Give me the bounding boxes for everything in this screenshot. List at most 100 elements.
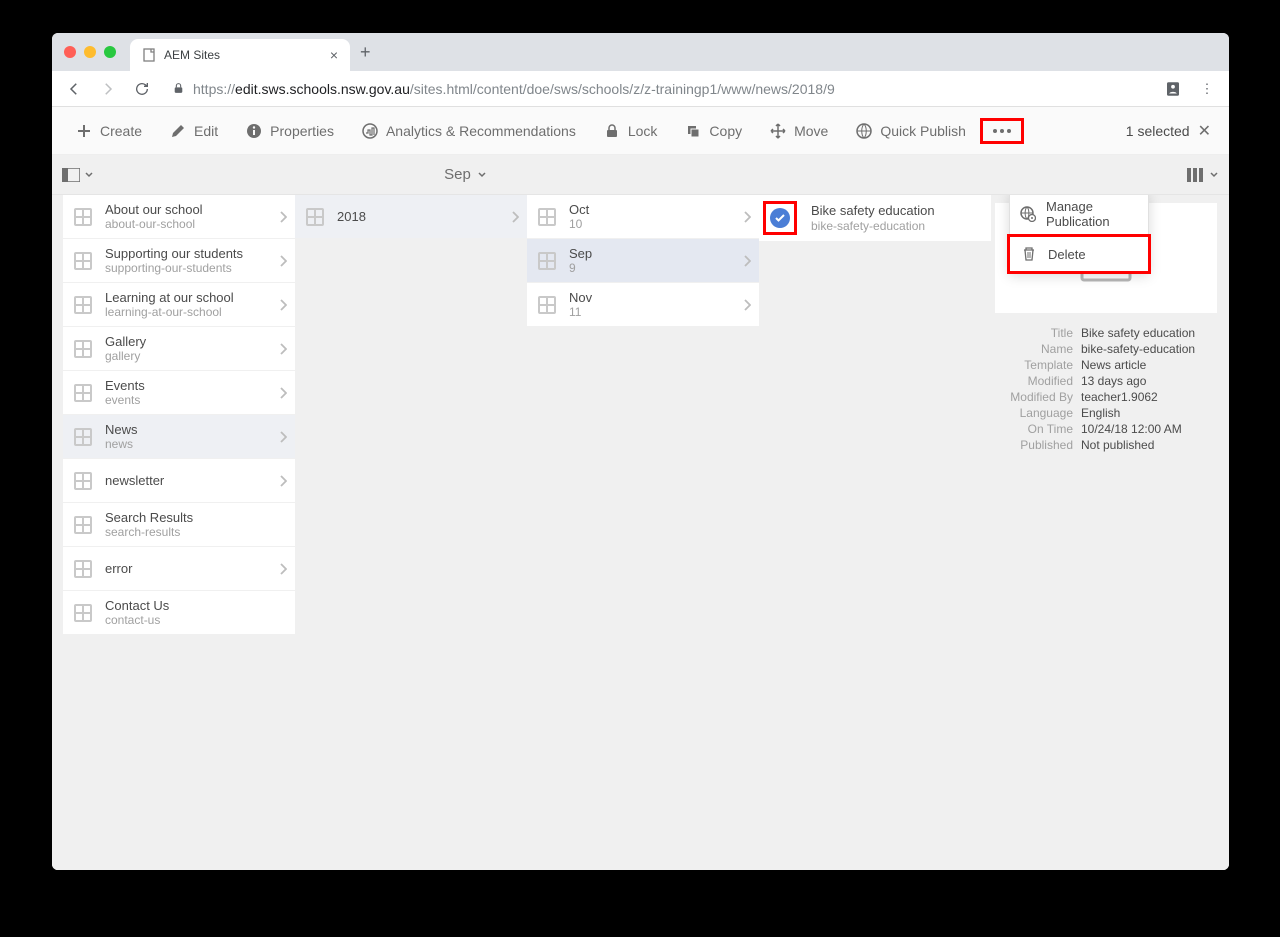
page-icon [142, 48, 156, 62]
list-item[interactable]: 2018 [295, 195, 527, 239]
close-tab-icon[interactable]: × [330, 47, 338, 63]
meta-value: teacher1.9062 [1081, 390, 1217, 404]
copy-button[interactable]: Copy [671, 107, 756, 155]
copy-icon [685, 123, 701, 139]
list-item[interactable]: Bike safety educationbike-safety-educati… [759, 195, 991, 242]
manage-publication-item[interactable]: Manage Publication [1010, 195, 1148, 237]
page-icon [71, 337, 95, 361]
list-item[interactable]: newsletter [63, 459, 295, 503]
list-item[interactable]: Gallerygallery [63, 327, 295, 371]
item-title: newsletter [105, 473, 269, 489]
item-title: News [105, 422, 269, 438]
chevron-down-icon [1209, 170, 1219, 180]
meta-row: Modified Byteacher1.9062 [995, 389, 1217, 405]
list-item[interactable]: error [63, 547, 295, 591]
meta-value: News article [1081, 358, 1217, 372]
quick-publish-button[interactable]: Quick Publish [842, 107, 980, 155]
item-title: Events [105, 378, 269, 394]
pencil-icon [170, 123, 186, 139]
reload-button[interactable] [128, 75, 156, 103]
tab-bar: AEM Sites × + [52, 33, 1229, 71]
selection-check[interactable] [763, 201, 797, 235]
list-item[interactable]: Sep9 [527, 239, 759, 283]
url-bar: https://edit.sws.schools.nsw.gov.au/site… [52, 71, 1229, 107]
chevron-down-icon [84, 170, 94, 180]
page-icon [71, 249, 95, 273]
list-item[interactable]: Nov11 [527, 283, 759, 327]
page-icon [71, 293, 95, 317]
item-title: 2018 [337, 209, 501, 225]
chevron-right-icon [279, 475, 289, 487]
new-tab-button[interactable]: + [360, 42, 371, 63]
plus-icon [76, 123, 92, 139]
item-title: Search Results [105, 510, 289, 526]
item-name: gallery [105, 349, 269, 363]
detail-metadata: TitleBike safety educationNamebike-safet… [995, 325, 1217, 453]
item-title: Contact Us [105, 598, 289, 614]
list-item[interactable]: Learning at our schoollearning-at-our-sc… [63, 283, 295, 327]
lock-button[interactable]: Lock [590, 107, 672, 155]
analytics-button[interactable]: Analytics & Recommendations [348, 107, 590, 155]
more-actions-button[interactable] [980, 118, 1024, 144]
browser-menu-icon[interactable]: ⋮ [1193, 75, 1221, 103]
page-icon [71, 381, 95, 405]
chevron-right-icon [279, 431, 289, 443]
profile-icon[interactable] [1159, 75, 1187, 103]
list-item[interactable]: Eventsevents [63, 371, 295, 415]
info-icon [246, 123, 262, 139]
item-title: About our school [105, 202, 269, 218]
item-title: Learning at our school [105, 290, 269, 306]
meta-value: Not published [1081, 438, 1217, 452]
close-window-icon[interactable] [64, 46, 76, 58]
item-title: Oct [569, 202, 733, 218]
page-icon [71, 425, 95, 449]
move-button[interactable]: Move [756, 107, 842, 155]
meta-label: Language [995, 406, 1081, 420]
chevron-right-icon [511, 211, 521, 223]
page-icon [71, 205, 95, 229]
create-button[interactable]: Create [62, 107, 156, 155]
meta-row: On Time10/24/18 12:00 AM [995, 421, 1217, 437]
chevron-right-icon [279, 211, 289, 223]
item-name: 10 [569, 217, 733, 231]
item-title: Gallery [105, 334, 269, 350]
meta-value: bike-safety-education [1081, 342, 1217, 356]
chevron-right-icon [279, 387, 289, 399]
maximize-window-icon[interactable] [104, 46, 116, 58]
clear-selection-button[interactable]: ✕ [1198, 121, 1211, 141]
list-item[interactable]: Oct10 [527, 195, 759, 239]
browser-tab[interactable]: AEM Sites × [130, 39, 350, 71]
list-item[interactable]: Newsnews [63, 415, 295, 459]
analytics-icon [362, 123, 378, 139]
window-controls[interactable] [64, 46, 116, 58]
column-view-icon [1187, 168, 1203, 182]
page-icon [71, 513, 95, 537]
item-title: Nov [569, 290, 733, 306]
forward-button[interactable] [94, 75, 122, 103]
address-bar[interactable]: https://edit.sws.schools.nsw.gov.au/site… [162, 81, 1153, 97]
chevron-right-icon [743, 299, 753, 311]
meta-row: TitleBike safety education [995, 325, 1217, 341]
globe-gear-icon [1020, 205, 1036, 223]
list-item[interactable]: Contact Uscontact-us [63, 591, 295, 635]
move-icon [770, 123, 786, 139]
minimize-window-icon[interactable] [84, 46, 96, 58]
page-icon [535, 293, 559, 317]
list-item[interactable]: Search Resultssearch-results [63, 503, 295, 547]
back-button[interactable] [60, 75, 88, 103]
check-icon [770, 208, 790, 228]
edit-button[interactable]: Edit [156, 107, 232, 155]
meta-row: Namebike-safety-education [995, 341, 1217, 357]
list-item[interactable]: About our schoolabout-our-school [63, 195, 295, 239]
view-switcher[interactable] [1187, 168, 1219, 182]
delete-item[interactable]: Delete [1007, 234, 1151, 274]
meta-label: Published [995, 438, 1081, 452]
chevron-right-icon [743, 255, 753, 267]
breadcrumb-current[interactable]: Sep [444, 166, 487, 183]
meta-row: PublishedNot published [995, 437, 1217, 453]
rail-toggle[interactable] [62, 168, 94, 182]
properties-button[interactable]: Properties [232, 107, 348, 155]
list-item[interactable]: Supporting our studentssupporting-our-st… [63, 239, 295, 283]
meta-value: English [1081, 406, 1217, 420]
page-icon [71, 557, 95, 581]
